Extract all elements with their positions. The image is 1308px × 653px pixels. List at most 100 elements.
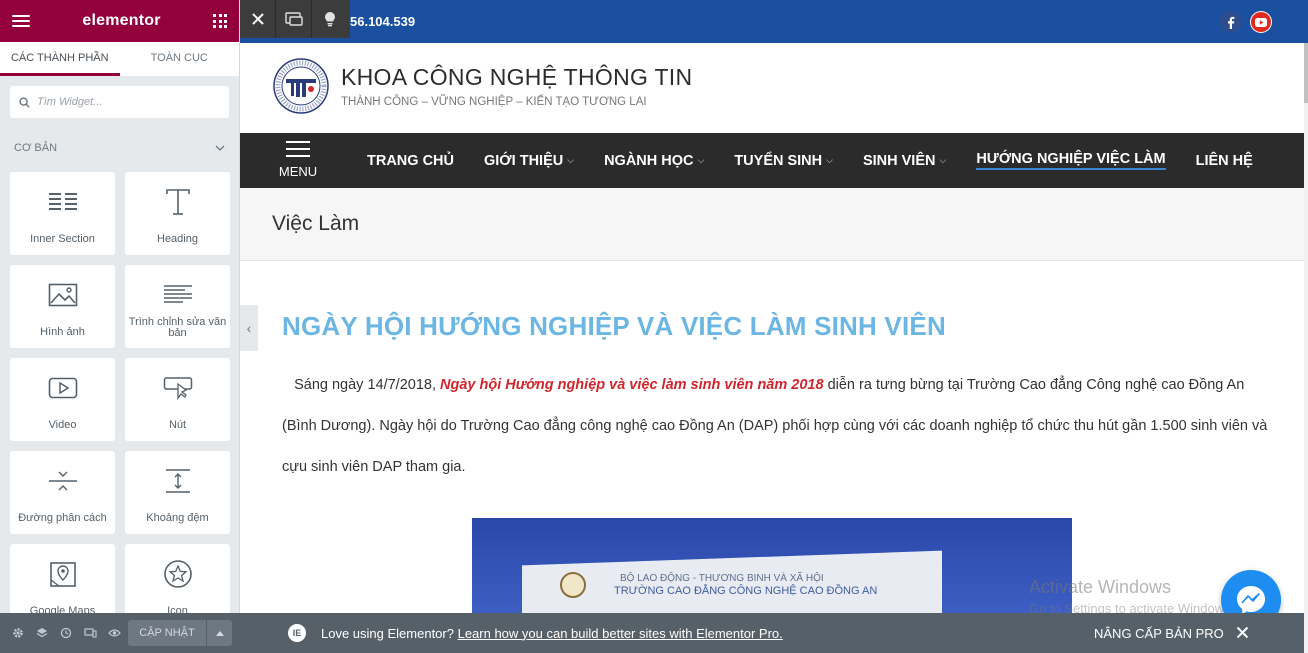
update-button[interactable]: CẬP NHẬT	[128, 620, 206, 646]
nav-item-students[interactable]: SINH VIÊN ⌵	[863, 153, 946, 169]
close-icon	[1236, 626, 1249, 639]
search-input[interactable]	[37, 96, 217, 108]
lightbulb-icon	[325, 12, 335, 27]
nav-item-majors[interactable]: NGÀNH HỌC ⌵	[604, 153, 704, 169]
star-icon	[163, 560, 192, 588]
mobile-menu-toggle[interactable]: MENU	[278, 141, 318, 181]
close-icon	[251, 13, 264, 25]
nav-item-contact[interactable]: LIÊN HỆ	[1196, 153, 1253, 169]
tab-elements[interactable]: CÁC THÀNH PHẦN	[0, 42, 120, 76]
nav-label: SINH VIÊN	[862, 152, 936, 169]
site-title[interactable]: KHOA CÔNG NGHỆ THÔNG TIN	[341, 64, 692, 91]
widgets-grid-icon[interactable]	[213, 14, 227, 28]
inner-section-icon	[48, 193, 77, 210]
nav-item-admissions[interactable]: TUYỂN SINH ⌵	[734, 153, 833, 169]
menu-label: MENU	[278, 164, 318, 179]
panel-tabs: CÁC THÀNH PHẦN TOÀN CỤC	[0, 42, 239, 76]
elementor-e-icon: IE	[288, 624, 306, 642]
upgrade-pro-button[interactable]: NÂNG CẤP BẢN PRO	[1094, 626, 1224, 641]
panel-header: elementor	[0, 0, 239, 42]
menu-icon	[286, 141, 310, 157]
nav-label: LIÊN HỆ	[1195, 152, 1253, 169]
school-emblem	[560, 572, 586, 598]
messenger-icon	[1237, 586, 1265, 614]
chevron-down-icon: ⌵	[826, 155, 833, 165]
elementor-preview-toolbar	[240, 0, 350, 38]
tab-global[interactable]: TOÀN CỤC	[120, 42, 240, 76]
widget-label: Trình chỉnh sửa văn bản	[128, 316, 227, 339]
video-icon	[48, 377, 77, 399]
facebook-link[interactable]	[1220, 11, 1242, 33]
article-highlight: Ngày hội Hướng nghiệp và việc làm sinh v…	[440, 377, 824, 393]
widget-spacer[interactable]: Khoảng đệm	[125, 451, 230, 534]
templates-button[interactable]	[276, 0, 312, 38]
nav-label: GIỚI THIỆU	[484, 152, 564, 169]
nav-label: HƯỚNG NGHIỆP VIỆC LÀM	[976, 151, 1166, 170]
image-caption-ministry: BỘ LAO ĐỘNG - THƯƠNG BINH VÀ XÃ HỘI	[620, 573, 824, 584]
nav-item-about[interactable]: GIỚI THIỆU ⌵	[484, 153, 574, 169]
nav-item-careers[interactable]: HƯỚNG NGHIỆP VIỆC LÀM	[976, 151, 1166, 170]
widget-label: Khoảng đệm	[146, 512, 209, 524]
widget-label: Đường phân cách	[18, 512, 107, 524]
widget-search	[10, 86, 229, 118]
youtube-icon	[1255, 17, 1267, 27]
elementor-editor: elementor CÁC THÀNH PHẦN TOÀN CỤC CƠ BẢN…	[0, 0, 1308, 653]
promo-learn-link[interactable]: Learn how you can build better sites wit…	[458, 626, 783, 641]
panel-collapse-button[interactable]: ‹	[240, 305, 258, 351]
widget-divider[interactable]: Đường phân cách	[10, 451, 115, 534]
article-title[interactable]: NGÀY HỘI HƯỚNG NGHIỆP VÀ VIỆC LÀM SINH V…	[282, 311, 946, 342]
promo-close-button[interactable]	[1236, 623, 1249, 644]
elementor-logo: elementor	[82, 12, 161, 29]
map-icon	[49, 562, 76, 587]
devices-icon	[83, 628, 97, 638]
widget-image[interactable]: Hình ảnh	[10, 265, 115, 348]
close-editor-button[interactable]	[240, 0, 276, 38]
widget-label: Video	[48, 419, 77, 431]
widget-video[interactable]: Video	[10, 358, 115, 441]
heading-icon	[165, 189, 190, 215]
windows-activation-title: Activate Windows	[1029, 577, 1172, 597]
eye-icon	[107, 629, 121, 637]
chevron-left-icon: ‹	[246, 320, 252, 336]
navigator-button[interactable]	[30, 613, 54, 653]
nav-label: TUYỂN SINH	[734, 152, 823, 169]
category-label: CƠ BẢN	[14, 142, 58, 154]
responsive-mode-button[interactable]	[78, 613, 102, 653]
preview-scrollbar[interactable]	[1304, 43, 1308, 653]
page-title: Việc Làm	[272, 212, 360, 235]
site-topbar: 56.104.539	[240, 0, 1308, 43]
folder-icon	[284, 12, 303, 26]
youtube-link[interactable]	[1250, 11, 1272, 33]
site-logo[interactable]	[272, 57, 330, 115]
article-intro: Sáng ngày 14/7/2018,	[294, 377, 441, 393]
promo-message: Love using Elementor? Learn how you can …	[321, 626, 783, 641]
widget-text-editor[interactable]: Trình chỉnh sửa văn bản	[125, 265, 230, 348]
panel-footer: CẬP NHẬT	[0, 613, 240, 653]
widget-label: Nút	[168, 419, 187, 431]
history-button[interactable]	[54, 613, 78, 653]
preview-button[interactable]	[102, 613, 126, 653]
widget-inner-section[interactable]: Inner Section	[10, 172, 115, 255]
scrollbar-thumb[interactable]	[1304, 43, 1308, 103]
widget-label: Hình ảnh	[40, 326, 85, 338]
hamburger-menu-icon[interactable]	[12, 15, 30, 27]
chevron-down-icon: ⌵	[939, 155, 947, 165]
main-navigation: MENU TRANG CHỦ GIỚI THIỆU ⌵ NGÀNH HỌC ⌵ TU…	[240, 133, 1308, 188]
nav-item-home[interactable]: TRANG CHỦ	[367, 153, 454, 169]
save-options-button[interactable]	[206, 620, 232, 646]
category-basic-header[interactable]: CƠ BẢN	[0, 128, 239, 168]
search-icon	[19, 96, 30, 108]
chevron-down-icon: ⌵	[697, 155, 705, 165]
divider-icon	[48, 471, 77, 491]
caret-up-icon	[215, 630, 224, 636]
widget-heading[interactable]: Heading	[125, 172, 230, 255]
settings-button[interactable]	[6, 613, 30, 653]
history-icon	[60, 627, 72, 639]
widget-button[interactable]: Nút	[125, 358, 230, 441]
site-tagline: THÀNH CÔNG – VỮNG NGHIỆP – KIẾN TẠO TƯƠN…	[341, 96, 647, 108]
gear-icon	[13, 628, 23, 638]
tips-button[interactable]	[312, 0, 348, 38]
promo-text: Love using Elementor?	[321, 625, 458, 641]
elementor-panel: elementor CÁC THÀNH PHẦN TOÀN CỤC CƠ BẢN…	[0, 0, 240, 653]
chevron-down-icon: ⌵	[567, 155, 575, 165]
